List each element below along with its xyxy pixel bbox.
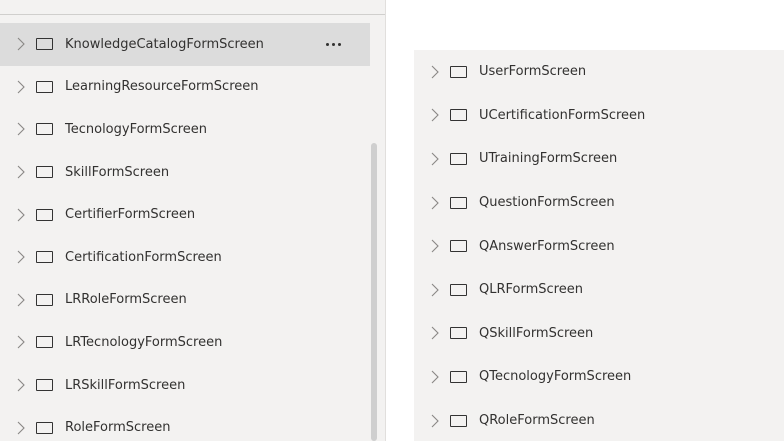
chevron-right-icon[interactable]	[15, 249, 27, 265]
screen-icon	[450, 283, 467, 296]
screen-icon	[36, 123, 53, 136]
screen-icon	[450, 109, 467, 122]
chevron-right-icon[interactable]	[429, 369, 441, 385]
tree-item-question-form-screen[interactable]: QuestionFormScreen	[414, 181, 784, 225]
chevron-right-icon[interactable]	[429, 282, 441, 298]
chevron-right-icon[interactable]	[429, 195, 441, 211]
screen-icon	[450, 196, 467, 209]
tree-item-qlrform-screen[interactable]: QLRFormScreen	[414, 268, 784, 312]
screen-icon	[36, 379, 53, 392]
screen-icon	[36, 251, 53, 264]
tree-item-label: KnowledgeCatalogFormScreen	[65, 36, 264, 52]
tree-item-role-form-screen[interactable]: RoleFormScreen	[0, 406, 370, 441]
more-options-icon[interactable]	[326, 36, 341, 52]
tree-item-lrrole-form-screen[interactable]: LRRoleFormScreen	[0, 279, 370, 322]
tree-item-label: UserFormScreen	[479, 64, 587, 80]
tree-item-certification-form-screen[interactable]: CertificationFormScreen	[0, 236, 370, 279]
tree-item-label: QSkillFormScreen	[479, 325, 594, 341]
tree-item-ucertification-form-screen[interactable]: UCertificationFormScreen	[414, 94, 784, 138]
tree-item-label: RoleFormScreen	[65, 420, 171, 436]
chevron-right-icon[interactable]	[15, 334, 27, 350]
screen-icon	[36, 421, 53, 434]
chevron-right-icon[interactable]	[15, 292, 27, 308]
tree-item-label: CertificationFormScreen	[65, 249, 222, 265]
tree-item-label: QRoleFormScreen	[479, 413, 595, 429]
left-panel-header-strip	[0, 0, 386, 22]
screen-icon	[36, 166, 53, 179]
left-tree-panel: KnowledgeCatalogFormScreen LearningResou…	[0, 0, 386, 441]
chevron-right-icon[interactable]	[429, 64, 441, 80]
ellipsis-dot	[332, 42, 335, 46]
tree-item-label: UCertificationFormScreen	[479, 107, 646, 123]
tree-item-lrskill-form-screen[interactable]: LRSkillFormScreen	[0, 364, 370, 407]
screen-icon	[450, 240, 467, 253]
screen-icon	[36, 38, 53, 51]
chevron-right-icon[interactable]	[429, 107, 441, 123]
chevron-right-icon[interactable]	[15, 36, 27, 52]
left-panel-divider	[0, 14, 386, 15]
chevron-right-icon[interactable]	[15, 377, 27, 393]
tree-item-label: UTrainingFormScreen	[479, 151, 618, 167]
chevron-right-icon[interactable]	[15, 121, 27, 137]
tree-item-label: CertifierFormScreen	[65, 207, 196, 223]
tree-item-label: LearningResourceFormScreen	[65, 79, 259, 95]
tree-item-utraining-form-screen[interactable]: UTrainingFormScreen	[414, 137, 784, 181]
screen-icon	[36, 80, 53, 93]
tree-item-label: LRRoleFormScreen	[65, 292, 187, 308]
right-tree-panel: UserFormScreen UCertificationFormScreen …	[414, 50, 784, 441]
chevron-right-icon[interactable]	[429, 151, 441, 167]
tree-item-certifier-form-screen[interactable]: CertifierFormScreen	[0, 193, 370, 236]
tree-item-knowledge-catalog-form-screen[interactable]: KnowledgeCatalogFormScreen	[0, 23, 370, 66]
ellipsis-dot	[326, 42, 329, 46]
screen-icon	[450, 370, 467, 383]
tree-item-label: LRSkillFormScreen	[65, 377, 186, 393]
tree-item-label: SkillFormScreen	[65, 164, 170, 180]
chevron-right-icon[interactable]	[15, 164, 27, 180]
tree-item-label: TecnologyFormScreen	[65, 121, 208, 137]
chevron-right-icon[interactable]	[15, 207, 27, 223]
screen-icon	[36, 336, 53, 349]
screen-icon	[36, 293, 53, 306]
chevron-right-icon[interactable]	[15, 79, 27, 95]
screen-icon	[450, 414, 467, 427]
screen-icon	[36, 208, 53, 221]
screen-icon	[450, 152, 467, 165]
left-panel-border	[385, 0, 386, 441]
chevron-right-icon[interactable]	[429, 325, 441, 341]
tree-item-label: QLRFormScreen	[479, 282, 583, 298]
chevron-right-icon[interactable]	[429, 413, 441, 429]
screenshot-stage: KnowledgeCatalogFormScreen LearningResou…	[0, 0, 784, 441]
right-tree-list: UserFormScreen UCertificationFormScreen …	[414, 50, 784, 441]
tree-item-qanswer-form-screen[interactable]: QAnswerFormScreen	[414, 224, 784, 268]
tree-item-tecnology-form-screen[interactable]: TecnologyFormScreen	[0, 108, 370, 151]
tree-item-qrole-form-screen[interactable]: QRoleFormScreen	[414, 399, 784, 441]
tree-item-lrtecnology-form-screen[interactable]: LRTecnologyFormScreen	[0, 321, 370, 364]
left-tree-list: KnowledgeCatalogFormScreen LearningResou…	[0, 23, 370, 441]
chevron-right-icon[interactable]	[429, 238, 441, 254]
chevron-right-icon[interactable]	[15, 420, 27, 436]
tree-item-label: QuestionFormScreen	[479, 195, 615, 211]
tree-item-qskill-form-screen[interactable]: QSkillFormScreen	[414, 312, 784, 356]
left-tree-scrollbar[interactable]	[371, 143, 377, 441]
tree-item-label: QTecnologyFormScreen	[479, 369, 632, 385]
tree-item-qtecnology-form-screen[interactable]: QTecnologyFormScreen	[414, 355, 784, 399]
screen-icon	[450, 65, 467, 78]
tree-item-learning-resource-form-screen[interactable]: LearningResourceFormScreen	[0, 66, 370, 109]
tree-item-user-form-screen[interactable]: UserFormScreen	[414, 50, 784, 94]
screen-icon	[450, 327, 467, 340]
tree-item-label: LRTecnologyFormScreen	[65, 334, 223, 350]
tree-item-label: QAnswerFormScreen	[479, 238, 615, 254]
ellipsis-dot	[338, 42, 341, 46]
tree-item-skill-form-screen[interactable]: SkillFormScreen	[0, 151, 370, 194]
